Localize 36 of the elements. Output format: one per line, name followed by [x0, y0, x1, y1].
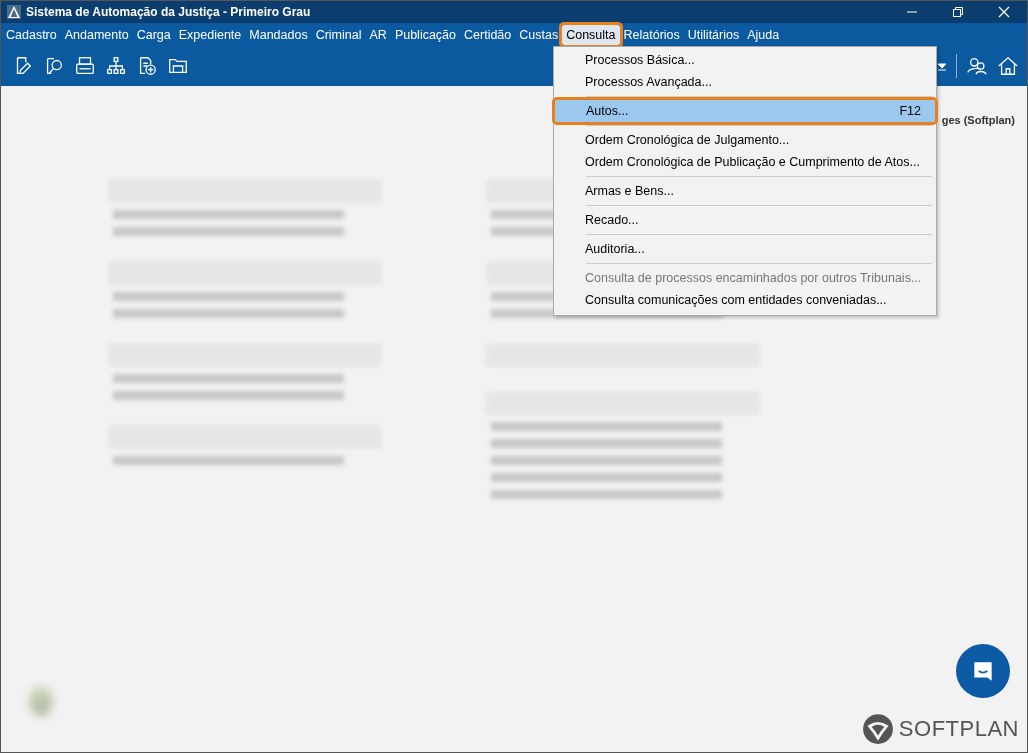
menu-item[interactable]: AR: [365, 24, 391, 45]
restore-icon[interactable]: [952, 6, 964, 18]
window-title: Sistema de Automação da Justiça - Primeiro Grau: [26, 5, 311, 19]
home-icon[interactable]: [997, 55, 1019, 77]
printer-icon[interactable]: [74, 55, 96, 77]
menu-option[interactable]: Recado...: [554, 209, 936, 231]
menu-item[interactable]: Expediente: [174, 24, 246, 45]
menu-item[interactable]: Ajuda: [743, 24, 784, 45]
menu-option[interactable]: Armas e Bens...: [554, 180, 936, 202]
menu-item[interactable]: Certidão: [460, 24, 516, 45]
menu-item[interactable]: Criminal: [311, 24, 366, 45]
users-icon[interactable]: [966, 55, 988, 77]
app-logo-icon: [7, 5, 21, 19]
menu-item[interactable]: Andamento: [60, 24, 133, 45]
menu-item[interactable]: Relatórios: [619, 24, 684, 45]
menu-option[interactable]: Processos Básica...: [554, 49, 936, 71]
logo-text: SOFTPLAN: [898, 716, 1019, 742]
menu-item[interactable]: Utilitários: [683, 24, 744, 45]
menu-item[interactable]: Mandados: [245, 24, 312, 45]
menu-option[interactable]: Ordem Cronológica de Julgamento...: [554, 129, 936, 151]
menu-item[interactable]: Custas: [515, 24, 563, 45]
hierarchy-icon[interactable]: [105, 55, 127, 77]
menu-item[interactable]: Cadastro: [2, 24, 61, 45]
menu-item[interactable]: Consulta: [562, 24, 620, 45]
menu-option[interactable]: Ordem Cronológica de Publicação e Cumprimento de Atos...: [554, 151, 936, 173]
logo-icon: [860, 712, 895, 746]
dropdown-icon[interactable]: [936, 60, 948, 72]
close-icon[interactable]: [998, 6, 1010, 18]
menu-item[interactable]: Carga: [132, 24, 175, 45]
menu-option[interactable]: Autos... F12: [555, 100, 935, 122]
menu-item[interactable]: Publicação: [390, 24, 461, 45]
user-name: ges (Softplan): [941, 114, 1015, 126]
menu-option[interactable]: Consulta comunicações com entidades conveniadas...: [554, 289, 936, 311]
menu-option[interactable]: Processos Avançada...: [554, 71, 936, 93]
chat-button[interactable]: [956, 644, 1010, 698]
menu-option[interactable]: Auditoria...: [554, 238, 936, 260]
